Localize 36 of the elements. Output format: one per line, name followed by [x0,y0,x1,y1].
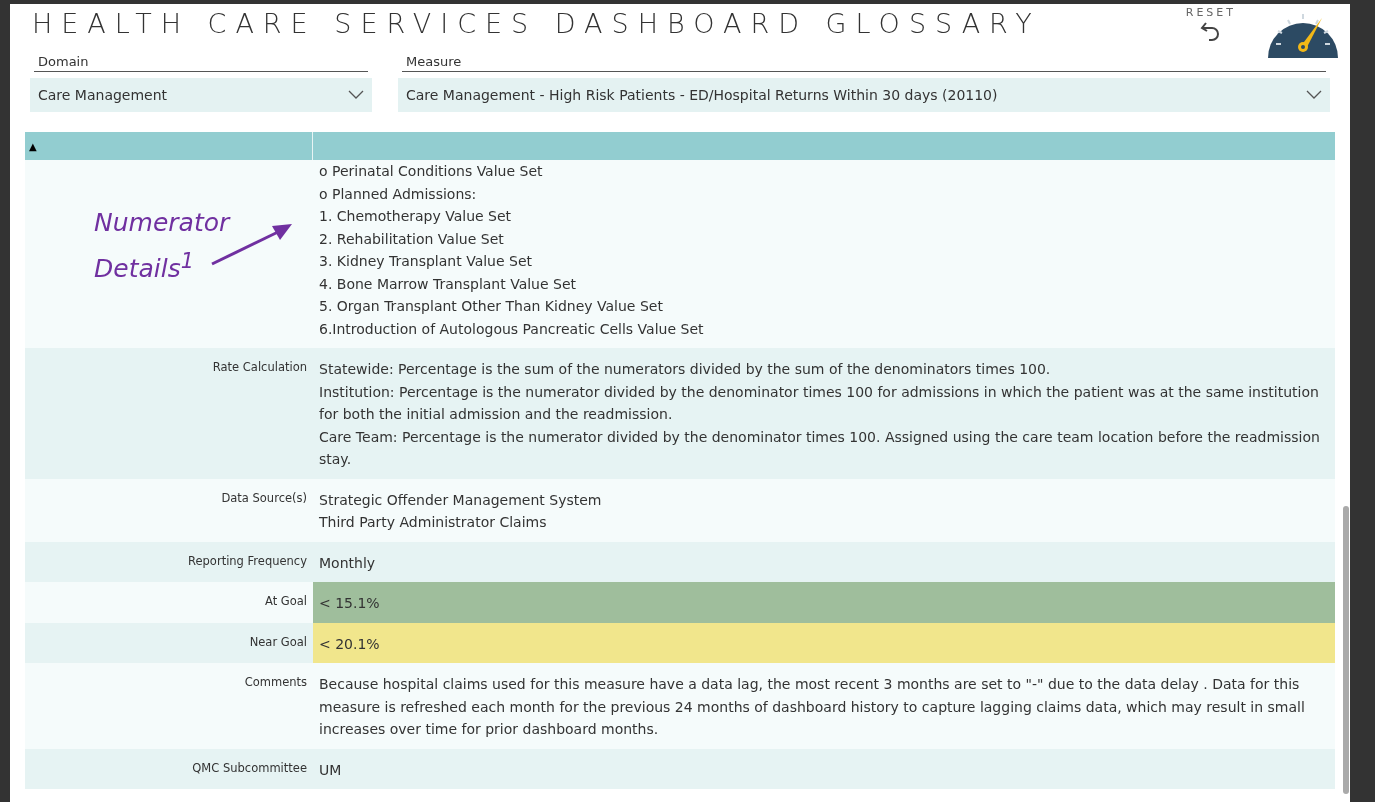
value-text: < 20.1% [319,634,381,654]
value-text: Statewide: Percentage is the sum of the numerators divided by the sum of the denominators times 100. [319,360,1052,379]
chevron-icon [348,90,364,100]
value-text: o Planned Admissions: [319,184,478,204]
value-text: 5. Organ Transplant Other Than Kidney Value Set [319,297,664,316]
dropdown[interactable]: Care Management [30,78,372,112]
value-text: Third Party Administrator Claims [319,513,548,532]
value-text: Institution: Percentage is the numerator divided by the denominator times 100 for admissions in which the patient was at the same institution for both the initial admission and the readmission. [319,382,1320,424]
value-text: < 15.1% [319,594,381,613]
reset-button[interactable]: RESET [1185,4,1236,43]
filter-label: Domain [34,54,368,72]
row-label: Rate Calculation [211,359,308,376]
value-text: 2. Rehabilitation Value Set [319,229,505,249]
value-text: UM [319,760,343,780]
value-text: Because hospital claims used for this measure have a data lag, the most recent 3 months are set to "-" due to the data delay . Data for this measure is refreshed each month for the previous 24 months of dashboard history to capture lagging claims data, which may result in small increases over time for prior dashboard months. [319,675,1306,739]
value-text: Strategic Offender Management System [319,490,603,510]
row-label: Data Source(s) [220,489,308,507]
row-label: Comments [243,674,308,691]
value-text: o Perinatal Conditions Value Set [319,162,544,181]
value-text: Monthly [319,553,377,573]
value-text: 4. Bone Marrow Transplant Value Set [319,274,578,294]
row-label: QMC Subcommittee [191,759,308,777]
value-text: 6.Introduction of Autologous Pancreatic Cells Value Set [319,319,705,339]
chevron-icon [1306,90,1322,100]
dropdown[interactable]: Care Management - High Risk Patients - ED/Hospital Returns Within 30 days (20110) [398,78,1330,112]
row-label: Reporting Frequency [187,552,308,570]
sort-icon[interactable]: ▲ [29,140,37,152]
value-text: 1. Chemotherapy Value Set [319,207,513,226]
value-text: 3. Kidney Transplant Value Set [319,252,534,271]
row-label: At Goal [263,593,308,610]
value-text: Care Team: Percentage is the numerator divided by the denominator times 100. Assigned using the care team location before the readmission stay. [319,427,1321,469]
annotation-text: Numerator Details$^{1}$ [94,207,232,286]
filter-label: Measure [402,54,1326,72]
row-label: Near Goal [248,633,308,651]
scrollbar-thumb[interactable] [1343,506,1349,794]
page-title: HEALTH CARE SERVICES DASHBOARD GLOSSARY [32,8,1042,39]
